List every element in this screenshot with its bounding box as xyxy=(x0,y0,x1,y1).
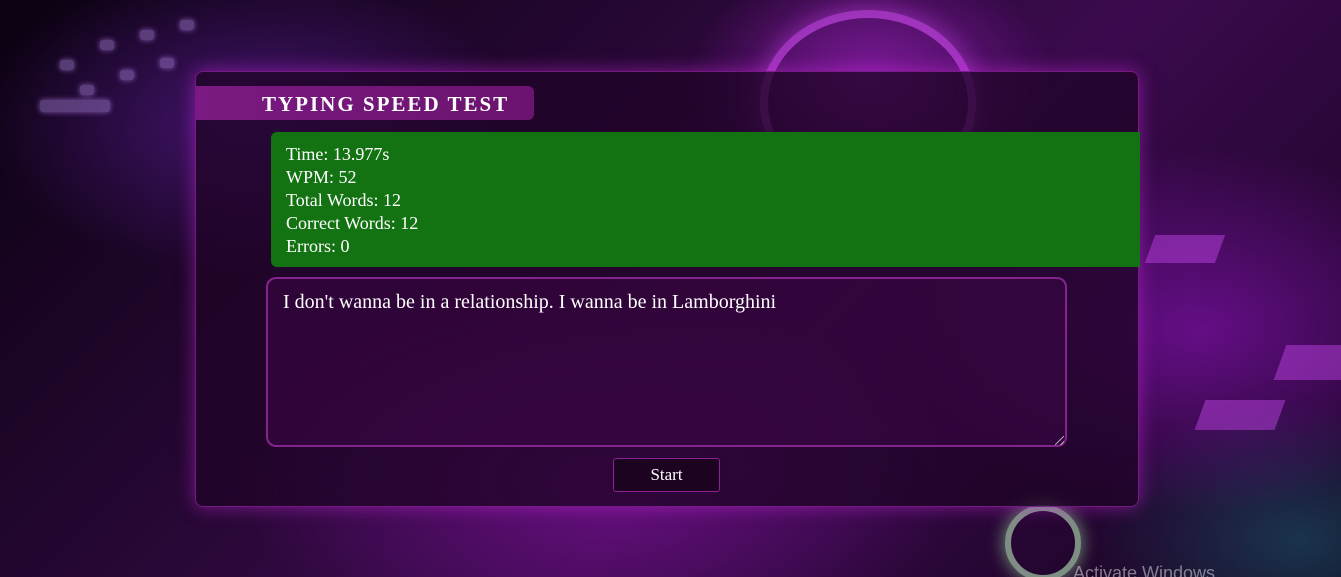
light-shard-decoration xyxy=(1144,235,1226,263)
light-shard-decoration xyxy=(1273,345,1341,380)
start-button[interactable]: Start xyxy=(613,458,720,492)
keyboard-key-decoration xyxy=(120,70,134,80)
keyboard-key-decoration xyxy=(100,40,114,50)
light-shard-decoration xyxy=(1194,400,1286,430)
typing-input[interactable]: I don't wanna be in a relationship. I wa… xyxy=(266,277,1067,447)
total-words-stat: Total Words: 12 xyxy=(286,190,401,210)
keyboard-key-decoration xyxy=(80,85,94,95)
correct-words-stat: Correct Words: 12 xyxy=(286,213,419,233)
title-banner: TYPING SPEED TEST xyxy=(196,86,534,120)
errors-stat: Errors: 0 xyxy=(286,236,350,256)
wpm-stat: WPM: 52 xyxy=(286,167,357,187)
time-stat: Time: 13.977s xyxy=(286,144,390,164)
keyboard-key-decoration xyxy=(140,30,154,40)
page-title: TYPING SPEED TEST xyxy=(262,92,510,116)
keyboard-key-decoration xyxy=(160,58,174,68)
activate-windows-watermark: Activate Windows xyxy=(1073,563,1216,577)
typing-test-panel: TYPING SPEED TEST Time: 13.977s WPM: 52 … xyxy=(195,71,1140,507)
resize-grip-icon[interactable] xyxy=(1055,436,1064,445)
results-box: Time: 13.977s WPM: 52 Total Words: 12 Co… xyxy=(271,132,1140,267)
mouse-decoration xyxy=(1005,505,1081,577)
keyboard-key-decoration xyxy=(180,20,194,30)
keyboard-key-decoration xyxy=(40,100,110,112)
keyboard-key-decoration xyxy=(60,60,74,70)
